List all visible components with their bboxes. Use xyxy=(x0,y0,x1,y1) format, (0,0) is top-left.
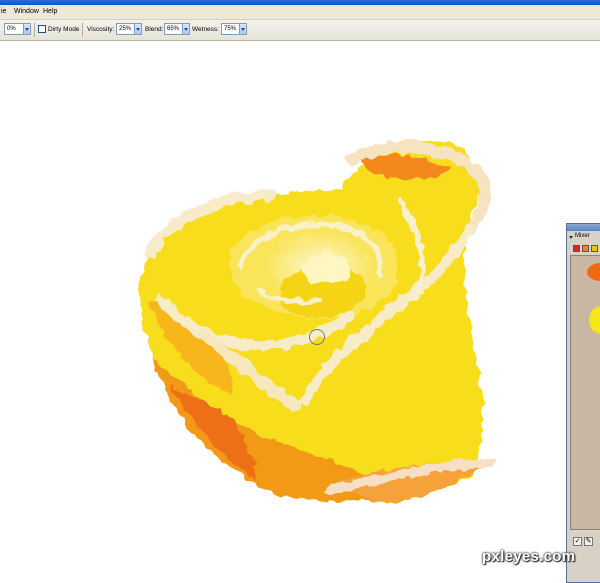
wetness-dropdown[interactable]: 75% xyxy=(221,23,240,35)
menu-bar: ie Window Help xyxy=(0,5,600,20)
blend-label: Blend: xyxy=(145,26,164,33)
menu-item-window[interactable]: Window xyxy=(14,5,39,19)
menu-item-help[interactable]: Help xyxy=(43,5,57,19)
dirty-mode-label: Dirty Mode xyxy=(48,26,80,33)
mixer-apply-tool-icon[interactable]: ✓ xyxy=(573,537,582,546)
mixer-swatch-red[interactable] xyxy=(573,245,580,252)
viscosity-label: Viscosity: xyxy=(87,26,115,33)
brush-cursor-icon xyxy=(309,329,325,345)
watermark: pxleyes.com xyxy=(482,548,576,565)
strength-dropdown-arrow-icon[interactable] xyxy=(23,23,31,35)
blend-dropdown[interactable]: 65% xyxy=(164,23,183,35)
blend-dropdown-arrow-icon[interactable] xyxy=(182,23,190,35)
mixer-swatch-orange[interactable] xyxy=(582,245,589,252)
mixer-panel-title-bar[interactable] xyxy=(567,224,600,231)
dirty-mode-checkbox[interactable] xyxy=(38,25,46,33)
mixer-sample-tool-icon[interactable]: ✎ xyxy=(584,537,593,546)
mixer-panel: Mixer ✓ ✎ xyxy=(566,223,600,583)
mixer-pad[interactable] xyxy=(570,255,600,530)
mixer-swatch-yellow[interactable] xyxy=(591,245,598,252)
viscosity-dropdown-arrow-icon[interactable] xyxy=(134,23,142,35)
tool-options-bar: 0% Dirty Mode Viscosity: 25% Blend: 65% … xyxy=(0,20,600,41)
wetness-dropdown-arrow-icon[interactable] xyxy=(239,23,247,35)
menu-item-view[interactable]: ie xyxy=(1,5,6,19)
painting-canvas[interactable] xyxy=(0,41,600,575)
mixer-panel-title: Mixer xyxy=(575,233,590,239)
toolbar-separator xyxy=(82,23,83,37)
viscosity-dropdown[interactable]: 25% xyxy=(116,23,135,35)
collapse-triangle-icon[interactable] xyxy=(569,236,573,239)
mixer-paint-blobs xyxy=(587,263,600,334)
wetness-label: Wetness: xyxy=(192,26,219,33)
toolbar-separator xyxy=(34,23,35,37)
